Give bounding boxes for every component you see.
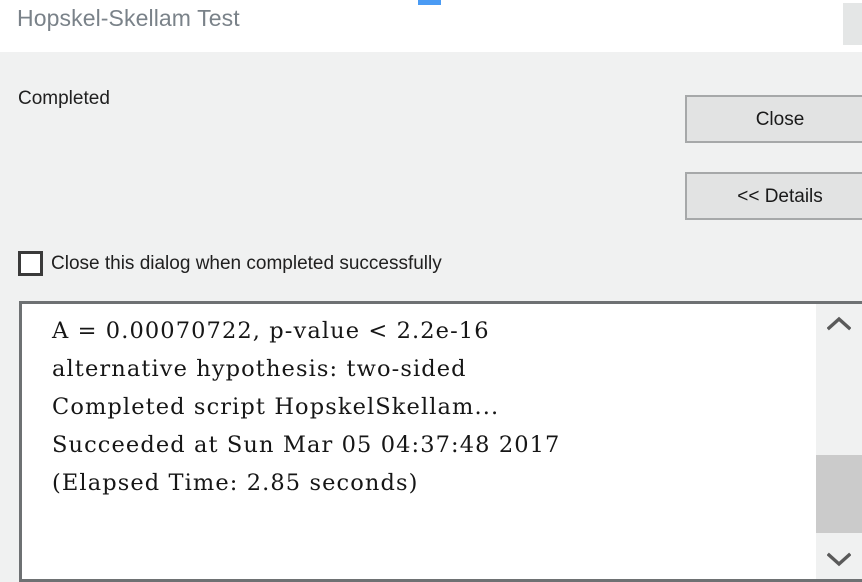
close-on-success-checkbox[interactable] bbox=[18, 251, 43, 276]
details-toggle-button[interactable]: << Details bbox=[685, 172, 862, 220]
dialog-header: Hopskel-Skellam Test bbox=[0, 0, 862, 52]
scrollbar-thumb[interactable] bbox=[816, 455, 862, 533]
page-title: Hopskel-Skellam Test bbox=[17, 5, 240, 31]
chevron-up-icon[interactable] bbox=[816, 304, 862, 344]
status-label: Completed bbox=[18, 88, 110, 109]
close-button[interactable]: Close bbox=[685, 95, 862, 143]
output-log-pane[interactable]: A = 0.00070722, p-value < 2.2e-16 altern… bbox=[19, 301, 862, 582]
window-corner-control[interactable] bbox=[843, 3, 862, 45]
progress-dialog: Hopskel-Skellam Test Completed Close << … bbox=[0, 0, 862, 582]
chevron-down-icon[interactable] bbox=[816, 539, 862, 579]
output-log-text: A = 0.00070722, p-value < 2.2e-16 altern… bbox=[52, 318, 561, 496]
output-scrollbar[interactable] bbox=[816, 304, 862, 579]
close-on-success-label: Close this dialog when completed success… bbox=[51, 252, 442, 274]
close-on-success-row[interactable]: Close this dialog when completed success… bbox=[18, 251, 442, 276]
accent-bar bbox=[418, 0, 441, 5]
